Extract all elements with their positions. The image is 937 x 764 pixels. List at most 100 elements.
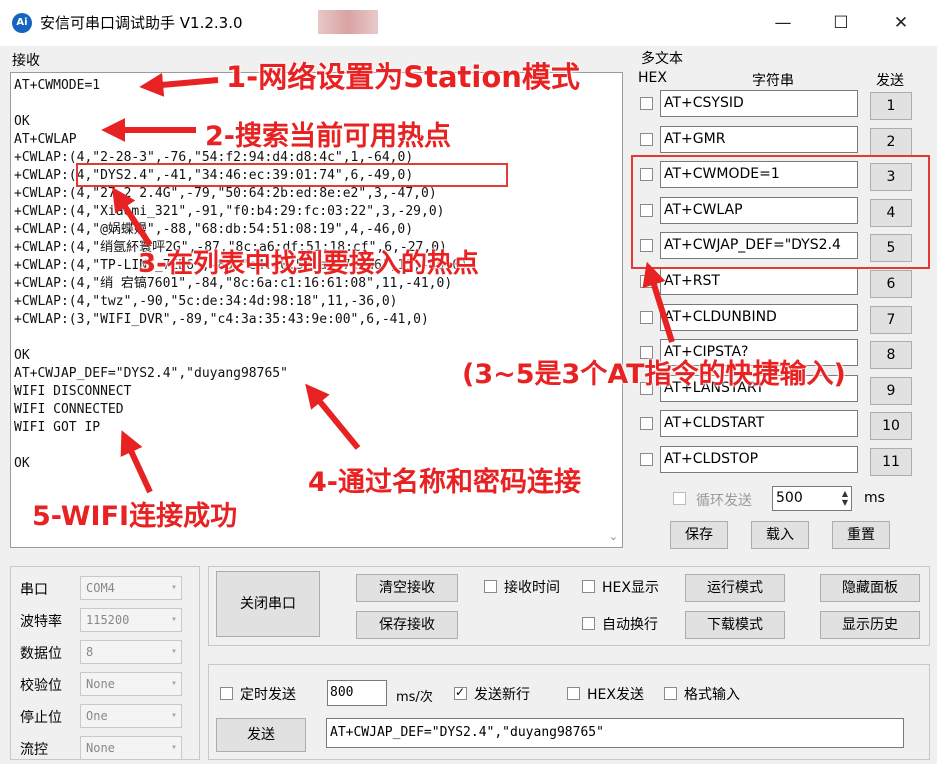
- multi-send-button[interactable]: 8: [870, 341, 912, 370]
- baud-rate-value: 115200: [86, 613, 130, 627]
- scroll-down-icon[interactable]: ⌄: [609, 530, 618, 543]
- highlight-shortcut-rows: [631, 155, 930, 269]
- show-history-button[interactable]: 显示历史: [820, 611, 920, 639]
- data-bits-value: 8: [86, 645, 94, 659]
- multi-text-label: 多文本: [641, 51, 683, 67]
- format-input-checkbox[interactable]: [664, 687, 677, 700]
- chevron-down-icon[interactable]: ▾: [171, 609, 177, 631]
- minimize-button[interactable]: —: [760, 6, 806, 40]
- multi-text-field[interactable]: AT+CLDUNBIND: [660, 303, 858, 331]
- multi-hex-checkbox[interactable]: [640, 310, 653, 324]
- send-newline-label: 发送新行: [474, 687, 530, 703]
- loop-interval-input[interactable]: 500 ▲ ▼: [772, 486, 852, 511]
- receive-line: OK: [14, 348, 30, 363]
- hex-send-checkbox[interactable]: [567, 687, 580, 700]
- multi-text-field[interactable]: AT+CSYSID: [660, 90, 858, 117]
- multi-text-field[interactable]: AT+CLDSTOP: [660, 446, 858, 473]
- highlight-dys-row: [76, 163, 508, 187]
- multi-send-button[interactable]: 7: [870, 305, 912, 334]
- receive-time-checkbox[interactable]: [484, 580, 497, 593]
- stop-bits-label: 停止位: [20, 710, 62, 726]
- multi-text-field[interactable]: AT+CLDSTART: [660, 410, 858, 438]
- receive-line: [14, 329, 468, 347]
- receive-line: +CWLAP:(4,"@娲蝶嫚",-88,"68:db:54:51:08:19"…: [14, 222, 414, 237]
- save-multi-button[interactable]: 保存: [670, 521, 728, 549]
- annotation-3: 3-在列表中找到要接入的热点: [138, 249, 479, 279]
- multi-text-field[interactable]: AT+GMR: [660, 125, 858, 153]
- hex-column-header: HEX: [638, 70, 667, 86]
- send-column-header: 发送: [876, 73, 904, 89]
- timed-send-checkbox[interactable]: [220, 687, 233, 700]
- receive-line: WIFI CONNECTED: [14, 402, 124, 417]
- clear-receive-button[interactable]: 清空接收: [356, 574, 458, 602]
- format-input-label: 格式输入: [684, 687, 740, 703]
- parity-select[interactable]: None ▾: [80, 672, 182, 696]
- multi-hex-checkbox[interactable]: [640, 275, 653, 288]
- multi-send-button[interactable]: 1: [870, 92, 912, 120]
- download-mode-button[interactable]: 下载模式: [685, 611, 785, 639]
- send-button[interactable]: 发送: [216, 718, 306, 752]
- loop-send-label: 循环发送: [696, 493, 752, 509]
- receive-line: [14, 95, 468, 113]
- baud-rate-label: 波特率: [20, 614, 62, 630]
- serial-port-value: COM4: [86, 581, 115, 595]
- run-mode-button[interactable]: 运行模式: [685, 574, 785, 602]
- load-multi-button[interactable]: 载入: [751, 521, 809, 549]
- interval-unit-label: ms/次: [396, 690, 433, 705]
- stop-bits-value: One: [86, 709, 108, 723]
- annotation-4: 4-通过名称和密码连接: [308, 467, 581, 498]
- receive-line: +CWLAP:(3,"WIFI_DVR",-89,"c4:3a:35:43:9e…: [14, 312, 429, 327]
- multi-send-button[interactable]: 10: [870, 412, 912, 441]
- chevron-down-icon[interactable]: ▾: [171, 577, 177, 599]
- flow-control-label: 流控: [20, 742, 48, 758]
- chevron-down-icon[interactable]: ▾: [171, 737, 177, 759]
- blurred-region: [318, 10, 378, 34]
- send-newline-checkbox[interactable]: [454, 685, 467, 700]
- serial-port-select[interactable]: COM4 ▾: [80, 576, 182, 600]
- hex-display-checkbox[interactable]: [582, 580, 595, 593]
- data-bits-label: 数据位: [20, 646, 62, 662]
- chevron-down-icon[interactable]: ▾: [171, 673, 177, 695]
- receive-line: WIFI DISCONNECT: [14, 384, 132, 399]
- interval-input[interactable]: 800: [327, 680, 387, 706]
- reset-multi-button[interactable]: 重置: [832, 521, 890, 549]
- maximize-button[interactable]: ☐: [818, 6, 864, 40]
- timed-send-label: 定时发送: [240, 687, 296, 703]
- chevron-down-icon[interactable]: ▾: [171, 705, 177, 727]
- annotation-2: 2-搜索当前可用热点: [205, 121, 451, 152]
- multi-send-button[interactable]: 9: [870, 376, 912, 405]
- flow-control-select[interactable]: None ▾: [80, 736, 182, 760]
- receive-line: +CWLAP:(4,"twz",-90,"5c:de:34:4d:98:18",…: [14, 294, 398, 309]
- baud-rate-select[interactable]: 115200 ▾: [80, 608, 182, 632]
- multi-send-button[interactable]: 6: [870, 270, 912, 298]
- receive-line: [14, 437, 468, 455]
- multi-hex-checkbox[interactable]: [640, 453, 653, 466]
- string-column-header: 字符串: [752, 73, 794, 89]
- stop-bits-select[interactable]: One ▾: [80, 704, 182, 728]
- annotation-5: 5-WIFI连接成功: [32, 501, 238, 532]
- close-button[interactable]: ✕: [878, 6, 924, 40]
- send-text-input[interactable]: AT+CWJAP_DEF="DYS2.4","duyang98765": [326, 718, 904, 748]
- multi-hex-checkbox[interactable]: [640, 417, 653, 431]
- receive-line: +CWLAP:(4,"27-2 2.4G",-79,"50:64:2b:ed:8…: [14, 186, 437, 201]
- multi-hex-checkbox[interactable]: [640, 97, 653, 110]
- multi-text-field[interactable]: AT+RST: [660, 268, 858, 295]
- loop-interval-value: 500: [776, 490, 803, 506]
- multi-send-button[interactable]: 11: [870, 448, 912, 476]
- data-bits-select[interactable]: 8 ▾: [80, 640, 182, 664]
- hide-panel-button[interactable]: 隐藏面板: [820, 574, 920, 602]
- flow-control-value: None: [86, 741, 115, 755]
- save-receive-button[interactable]: 保存接收: [356, 611, 458, 639]
- chevron-down-icon[interactable]: ▾: [171, 641, 177, 663]
- app-logo-icon: Ai: [12, 13, 32, 33]
- annotation-1: 1-网络设置为Station模式: [226, 60, 580, 94]
- multi-send-button[interactable]: 2: [870, 127, 912, 156]
- multi-hex-checkbox[interactable]: [640, 132, 653, 146]
- loop-send-checkbox[interactable]: [673, 492, 686, 505]
- loop-unit-label: ms: [864, 490, 885, 506]
- spinner-arrows-icon[interactable]: ▲ ▼: [842, 489, 848, 507]
- parity-value: None: [86, 677, 115, 691]
- auto-wrap-checkbox[interactable]: [582, 617, 595, 630]
- close-port-button[interactable]: 关闭串口: [216, 571, 320, 637]
- parity-label: 校验位: [20, 678, 62, 694]
